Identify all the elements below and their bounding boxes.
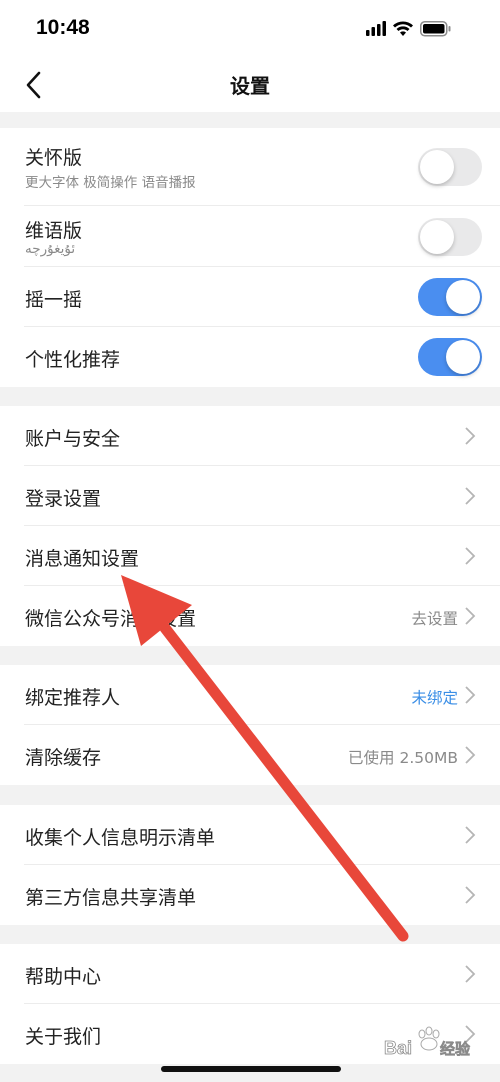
care-mode-toggle[interactable] (418, 148, 482, 186)
row-title: 关怀版 (25, 147, 83, 169)
row-login-settings[interactable]: 登录设置 (0, 466, 500, 526)
row-help-center[interactable]: 帮助中心 (0, 944, 500, 1004)
chevron-right-icon (465, 547, 476, 565)
chevron-right-icon (465, 427, 476, 445)
signal-icon (366, 21, 386, 36)
row-value: 已使用 2.50MB (348, 749, 458, 767)
row-title: 维语版 (25, 220, 83, 242)
uyghur-mode-toggle[interactable] (418, 218, 482, 256)
settings-group-referrer-cache: 绑定推荐人 未绑定 清除缓存 已使用 2.50MB (0, 665, 500, 785)
chevron-right-icon (465, 686, 476, 704)
svg-text:经验: 经验 (440, 1040, 471, 1058)
settings-group-account: 账户与安全 登录设置 消息通知设置 微信公众号消息设置 去设置 (0, 406, 500, 646)
status-bar: 10:48 (0, 0, 500, 58)
row-value: 未绑定 (411, 689, 458, 707)
row-wechat-message-settings[interactable]: 微信公众号消息设置 去设置 (0, 586, 500, 646)
row-title: 清除缓存 (25, 747, 102, 769)
chevron-right-icon (465, 826, 476, 844)
row-bind-referrer[interactable]: 绑定推荐人 未绑定 (0, 665, 500, 725)
personalized-recommendation-toggle[interactable] (418, 338, 482, 376)
chevron-right-icon (465, 607, 476, 625)
row-care-mode[interactable]: 关怀版 更大字体 极简操作 语音播报 (0, 128, 500, 206)
row-title: 绑定推荐人 (25, 687, 121, 709)
baidu-watermark-logo: Bai 经验 (384, 1026, 471, 1058)
row-title: 帮助中心 (25, 966, 102, 988)
row-subtitle: ئۇيغۇرچە (25, 241, 76, 257)
row-clear-cache[interactable]: 清除缓存 已使用 2.50MB (0, 725, 500, 785)
chevron-right-icon (465, 965, 476, 983)
row-subtitle: 更大字体 极简操作 语音播报 (25, 175, 196, 191)
status-icons (366, 18, 476, 40)
row-title: 收集个人信息明示清单 (25, 827, 216, 849)
chevron-right-icon (465, 886, 476, 904)
nav-bar: 设置 (0, 58, 500, 112)
row-account-security[interactable]: 账户与安全 (0, 406, 500, 466)
shake-toggle[interactable] (418, 278, 482, 316)
row-title: 关于我们 (25, 1026, 102, 1048)
svg-text:Bai: Bai (384, 1038, 412, 1058)
row-notification-settings[interactable]: 消息通知设置 (0, 526, 500, 586)
row-title: 账户与安全 (25, 428, 121, 450)
wifi-icon (393, 21, 413, 36)
row-title: 登录设置 (25, 488, 102, 510)
chevron-right-icon (465, 746, 476, 764)
settings-group-privacy: 收集个人信息明示清单 第三方信息共享清单 (0, 805, 500, 925)
chevron-right-icon (465, 487, 476, 505)
row-shake[interactable]: 摇一摇 (0, 267, 500, 327)
row-title: 摇一摇 (25, 289, 83, 311)
row-personalized-recommendation[interactable]: 个性化推荐 (0, 327, 500, 387)
row-value: 去设置 (411, 610, 458, 628)
battery-icon (420, 21, 451, 37)
row-title: 第三方信息共享清单 (25, 887, 197, 909)
status-time: 10:48 (36, 16, 90, 39)
settings-group-display: 关怀版 更大字体 极简操作 语音播报 维语版 ئۇيغۇرچە 摇一摇 个性化推… (0, 128, 500, 387)
home-indicator (161, 1066, 341, 1072)
row-third-party-sharing-list[interactable]: 第三方信息共享清单 (0, 865, 500, 925)
page-title: 设置 (230, 74, 270, 98)
row-title: 微信公众号消息设置 (25, 608, 197, 630)
row-title: 消息通知设置 (25, 548, 140, 570)
row-uyghur-mode[interactable]: 维语版 ئۇيغۇرچە (0, 206, 500, 267)
row-personal-info-list[interactable]: 收集个人信息明示清单 (0, 805, 500, 865)
row-title: 个性化推荐 (25, 349, 121, 371)
